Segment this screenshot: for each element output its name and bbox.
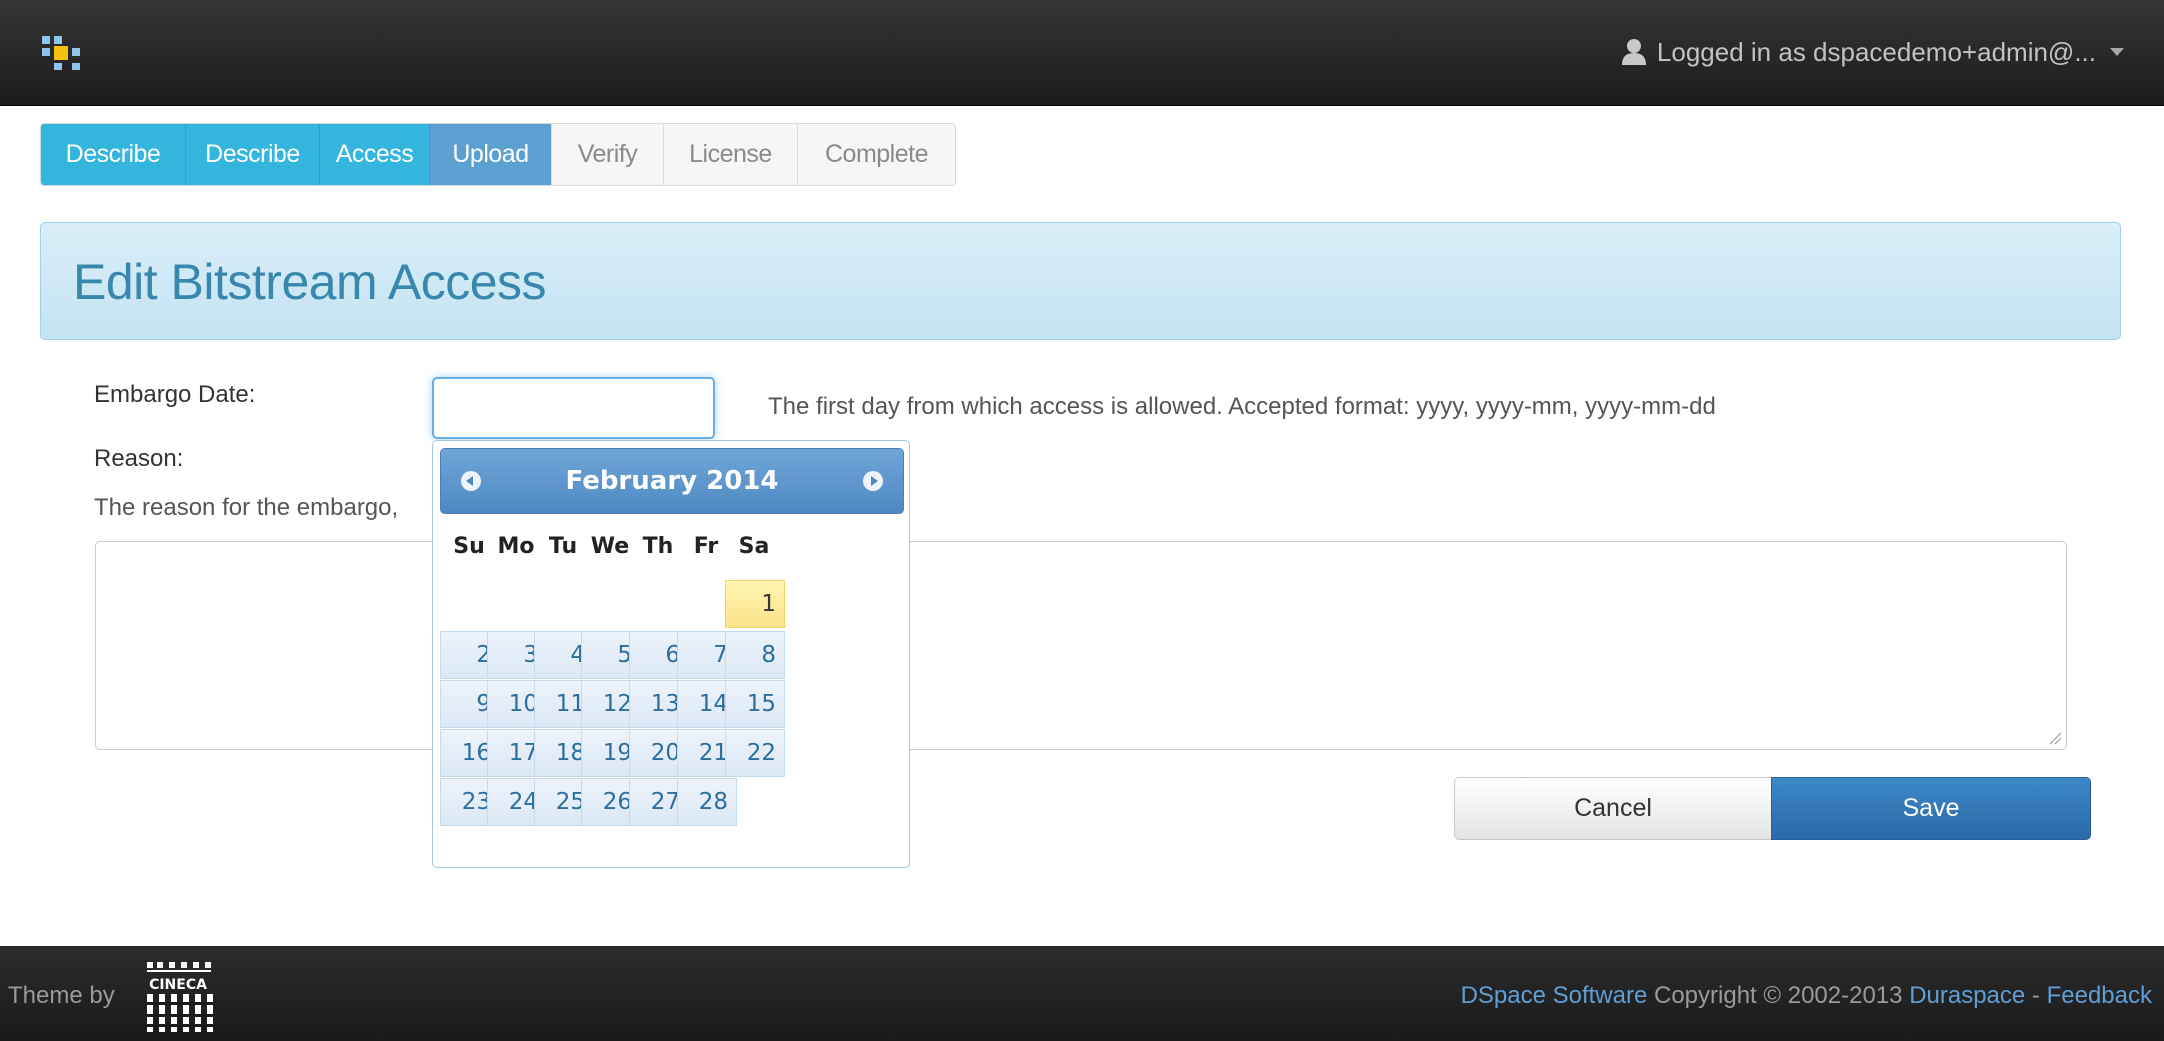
step-verify: Verify [552,124,664,185]
step-upload[interactable]: Upload [430,124,552,185]
reason-help: The reason for the embargo, [94,494,399,521]
step-access[interactable]: Access [320,124,430,185]
calendar-day[interactable]: 22 [725,729,785,777]
step-license: License [664,124,798,185]
cineca-logo[interactable]: CINECA [142,958,242,1036]
calendar-day[interactable]: 8 [725,631,785,679]
calendar-day[interactable]: 1 [725,580,785,628]
cineca-logo-text: CINECA [149,977,207,993]
save-button[interactable]: Save [1771,777,2091,840]
caret-down-icon [2110,48,2124,56]
footer-credits: DSpace Software Copyright © 2002-2013 Du… [1461,982,2152,1010]
weekday-header: Sa [738,534,770,559]
calendar-day[interactable]: 28 [677,778,737,826]
embargo-date-input[interactable] [432,377,715,439]
cancel-button[interactable]: Cancel [1454,777,1772,840]
theme-by-label: Theme by [8,982,115,1009]
step-describe-1[interactable]: Describe [41,124,186,185]
submission-steps: Describe Describe Access Upload Verify L… [40,123,956,186]
user-icon [1621,39,1646,65]
page-footer: Theme by CINECA DSpace Software Copyrigh… [0,946,2164,1041]
datepicker-popup: February 2014 Su Mo Tu We Th Fr Sa 1 2 3 4 5 6 7 8 9 10 1… [432,440,910,868]
calendar-day[interactable]: 15 [725,680,785,728]
embargo-date-help: The first day from which access is allow… [768,393,1716,420]
footer-separator: - [2031,982,2040,1009]
heading-panel: Edit Bitstream Access [40,222,2121,340]
step-describe-2[interactable]: Describe [186,124,320,185]
datepicker-header: February 2014 [440,448,904,514]
feedback-link[interactable]: Feedback [2047,982,2152,1009]
reason-textarea[interactable] [95,541,2067,750]
duraspace-link[interactable]: Duraspace [1909,982,2025,1009]
user-menu-label: Logged in as dspacedemo+admin@... [1656,36,2096,67]
copyright-text: Copyright © 2002-2013 [1654,982,1903,1009]
resize-grip-icon[interactable] [2048,731,2062,745]
reason-label: Reason: [94,445,184,472]
user-menu[interactable]: Logged in as dspacedemo+admin@... [1621,35,2124,69]
dspace-software-link[interactable]: DSpace Software [1461,982,1648,1009]
dspace-logo-icon[interactable] [42,36,82,70]
datepicker-month-title: February 2014 [565,466,779,496]
embargo-date-label: Embargo Date: [94,381,256,408]
page-title: Edit Bitstream Access [73,254,547,310]
step-complete: Complete [798,124,955,185]
top-navbar: Logged in as dspacedemo+admin@... [0,0,2164,106]
chevron-right-icon[interactable] [863,471,883,491]
